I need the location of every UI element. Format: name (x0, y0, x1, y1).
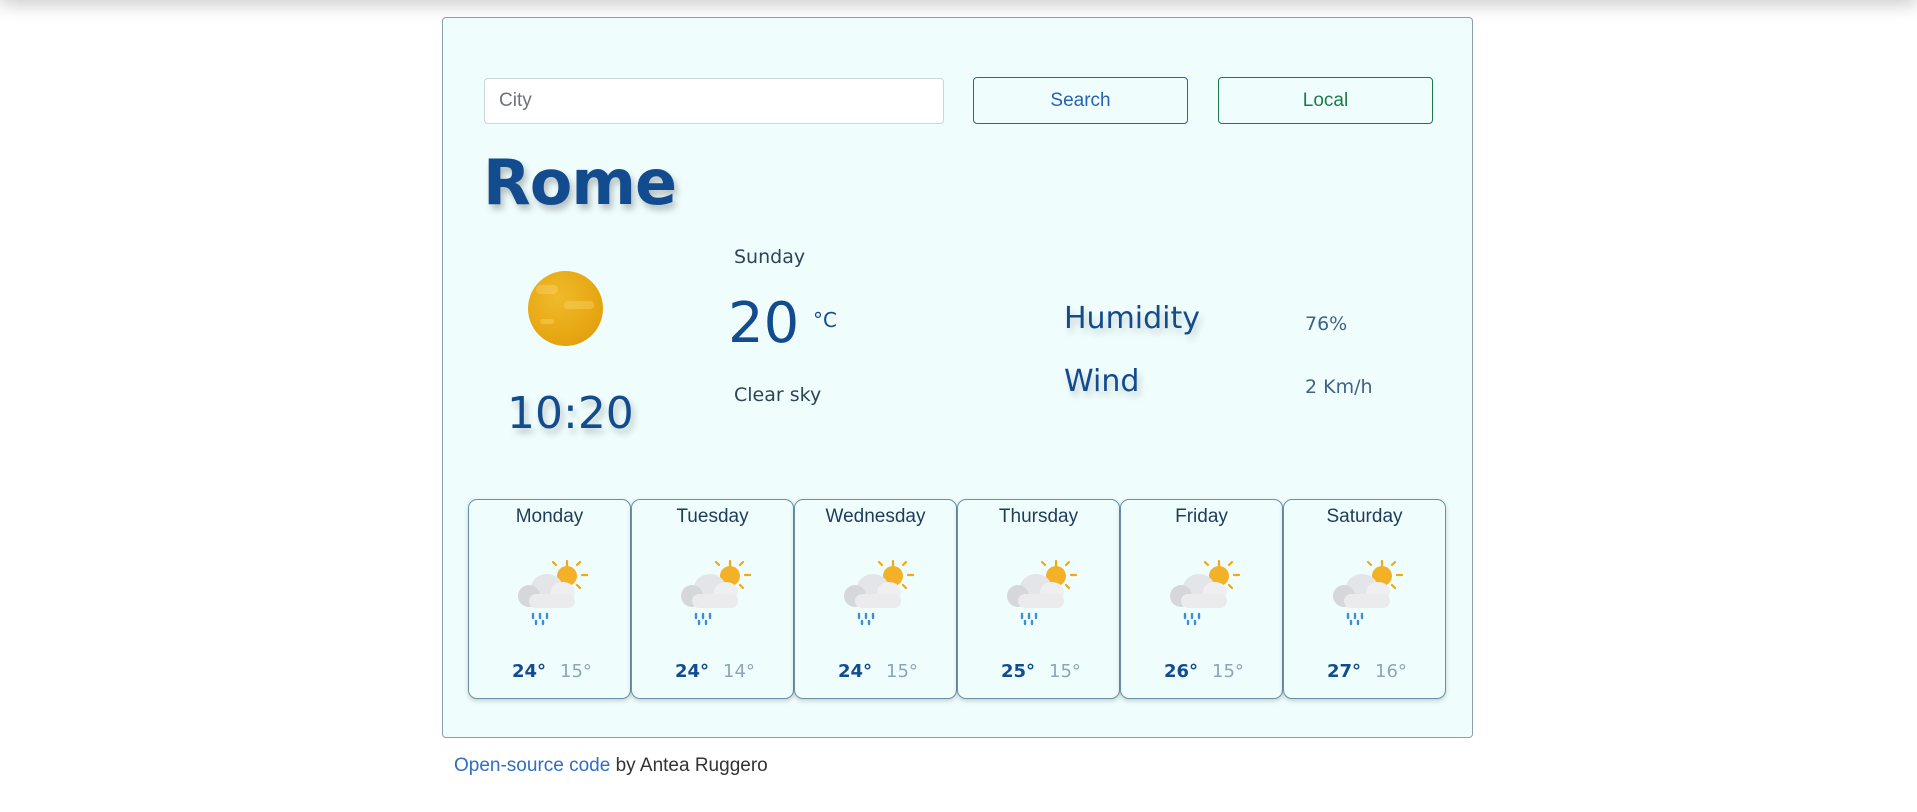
wind-label: Wind (1064, 364, 1140, 399)
forecast-day-card: Tuesday 24° 14° (631, 499, 794, 699)
forecast-day-name: Saturday (1326, 506, 1403, 527)
temperature-unit[interactable]: °C (813, 308, 837, 332)
sun-icon (528, 271, 603, 346)
sun-cloud-rain-icon (1000, 558, 1080, 628)
forecast-row: Monday 24° 15° Tuesday 24° 14° Wednesday… (468, 499, 1446, 699)
source-code-link[interactable]: Open-source code (454, 755, 610, 776)
sun-cloud-rain-icon (1163, 558, 1243, 628)
city-search-input[interactable] (484, 78, 944, 124)
footer: Open-source code by Antea Ruggero (454, 755, 768, 777)
forecast-max-temp: 24° (675, 661, 710, 682)
forecast-day-card: Friday 26° 15° (1120, 499, 1283, 699)
sun-cloud-rain-icon (511, 558, 591, 628)
forecast-day-name: Wednesday (825, 506, 926, 527)
humidity-value: 76% (1305, 313, 1348, 335)
forecast-min-temp: 15° (1212, 661, 1244, 682)
current-time: 10:20 (507, 388, 634, 439)
forecast-min-temp: 15° (1049, 661, 1081, 682)
weather-card: Search Local Rome 10:20 Sunday 20 °C Cle… (442, 17, 1473, 738)
forecast-max-temp: 26° (1164, 661, 1199, 682)
forecast-day-name: Tuesday (676, 506, 749, 527)
forecast-day-name: Friday (1175, 506, 1228, 527)
forecast-max-temp: 24° (838, 661, 873, 682)
forecast-day-name: Thursday (998, 506, 1079, 527)
sun-cloud-rain-icon (837, 558, 917, 628)
forecast-max-temp: 25° (1001, 661, 1036, 682)
current-day: Sunday (734, 246, 806, 268)
forecast-min-temp: 16° (1375, 661, 1407, 682)
city-name: Rome (483, 146, 677, 219)
local-button[interactable]: Local (1218, 77, 1433, 124)
footer-author: by Antea Ruggero (610, 755, 768, 776)
forecast-day-card: Thursday 25° 15° (957, 499, 1120, 699)
forecast-day-card: Saturday 27° 16° (1283, 499, 1446, 699)
forecast-day-name: Monday (515, 506, 584, 527)
weather-description: Clear sky (734, 384, 822, 406)
forecast-min-temp: 15° (886, 661, 918, 682)
forecast-day-card: Monday 24° 15° (468, 499, 631, 699)
search-button[interactable]: Search (973, 77, 1188, 124)
forecast-max-temp: 27° (1327, 661, 1362, 682)
current-temperature: 20 (728, 291, 800, 356)
forecast-max-temp: 24° (512, 661, 547, 682)
sun-cloud-rain-icon (1326, 558, 1406, 628)
forecast-day-card: Wednesday 24° 15° (794, 499, 957, 699)
sun-cloud-rain-icon (674, 558, 754, 628)
wind-value: 2 Km/h (1305, 376, 1373, 398)
forecast-min-temp: 15° (560, 661, 592, 682)
humidity-label: Humidity (1064, 301, 1201, 336)
forecast-min-temp: 14° (723, 661, 755, 682)
